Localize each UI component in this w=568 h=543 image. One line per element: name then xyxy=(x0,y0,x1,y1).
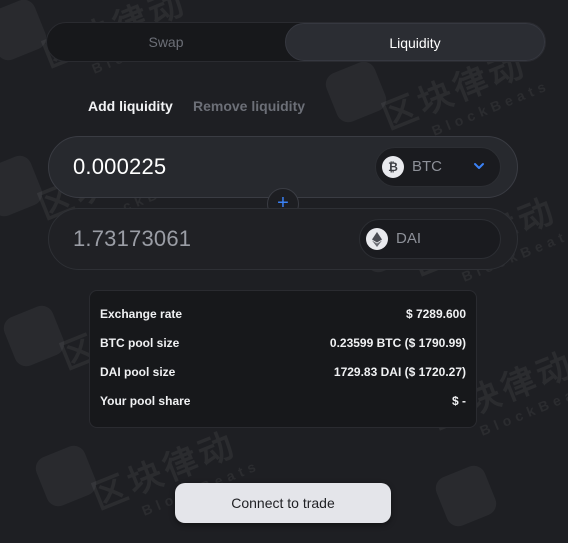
tab-liquidity[interactable]: Liquidity xyxy=(285,23,545,61)
mode-toggle: Swap Liquidity xyxy=(46,22,546,62)
tab-swap[interactable]: Swap xyxy=(47,23,285,61)
watermark-logo xyxy=(32,442,100,510)
token-symbol: DAI xyxy=(396,230,422,247)
bitcoin-icon: ₿ xyxy=(382,156,404,178)
ethereum-icon xyxy=(366,228,388,250)
chevron-down-icon xyxy=(474,163,484,169)
info-value: $ - xyxy=(451,394,466,408)
info-row-pool-share: Your pool share $ - xyxy=(100,394,466,410)
info-value: $ 7289.600 xyxy=(405,307,466,321)
watermark-logo xyxy=(0,0,50,64)
watermark-logo xyxy=(0,302,68,370)
dai-amount-row: 1.73173061 DAI xyxy=(48,208,518,270)
info-row-btc-pool-size: BTC pool size 0.23599 BTC ($ 1790.99) xyxy=(100,336,466,352)
pool-info-panel: Exchange rate $ 7289.600 BTC pool size 0… xyxy=(89,290,477,428)
watermark-logo xyxy=(432,462,500,530)
tab-add-liquidity[interactable]: Add liquidity xyxy=(88,98,173,114)
info-label: Exchange rate xyxy=(100,307,183,321)
dai-amount-input[interactable]: 1.73173061 xyxy=(73,209,191,269)
info-row-exchange-rate: Exchange rate $ 7289.600 xyxy=(100,307,466,323)
info-value: 0.23599 BTC ($ 1790.99) xyxy=(329,336,466,350)
btc-token-selector[interactable]: ₿ BTC xyxy=(375,147,501,187)
btc-amount-input[interactable]: 0.000225 xyxy=(73,137,166,197)
info-label: DAI pool size xyxy=(100,365,176,379)
info-label: BTC pool size xyxy=(100,336,180,350)
info-value: 1729.83 DAI ($ 1720.27) xyxy=(333,365,466,379)
info-row-dai-pool-size: DAI pool size 1729.83 DAI ($ 1720.27) xyxy=(100,365,466,381)
token-symbol: BTC xyxy=(412,158,442,175)
watermark-logo xyxy=(322,58,390,126)
watermark-logo xyxy=(0,152,46,220)
connect-to-trade-button[interactable]: Connect to trade xyxy=(175,483,391,523)
info-label: Your pool share xyxy=(100,394,191,408)
dai-token-selector[interactable]: DAI xyxy=(359,219,501,259)
tab-remove-liquidity[interactable]: Remove liquidity xyxy=(193,98,305,114)
